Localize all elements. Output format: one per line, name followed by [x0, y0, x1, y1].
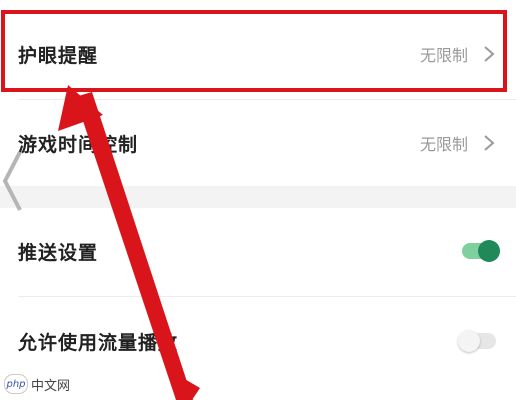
highlight-box	[1, 10, 507, 92]
watermark-logo: php	[4, 374, 28, 394]
allow-mobile-data-playback-row: 允许使用流量播放	[0, 298, 516, 384]
toggle-knob	[478, 240, 500, 262]
watermark-text: 中文网	[31, 378, 71, 394]
game-time-control-value: 无限制	[419, 135, 468, 154]
toggle-knob	[458, 330, 480, 352]
chevron-right-icon	[484, 135, 495, 151]
allow-mobile-data-playback-label: 允许使用流量播放	[18, 331, 179, 354]
game-time-control-row[interactable]: 游戏时间控制 无限制	[0, 100, 516, 186]
push-settings-toggle[interactable]	[462, 240, 500, 262]
settings-page: 护眼提醒 无限制 游戏时间控制 无限制 推送设置 允许使用流量播放 php 中文…	[0, 0, 516, 400]
row-divider	[18, 296, 516, 297]
game-time-control-label: 游戏时间控制	[18, 133, 139, 156]
site-watermark: php 中文网	[4, 374, 70, 394]
section-separator	[0, 186, 516, 208]
push-settings-row: 推送设置	[0, 208, 516, 294]
push-settings-label: 推送设置	[18, 241, 99, 264]
allow-mobile-data-playback-toggle[interactable]	[458, 330, 496, 352]
chevron-left-icon[interactable]	[0, 148, 24, 214]
